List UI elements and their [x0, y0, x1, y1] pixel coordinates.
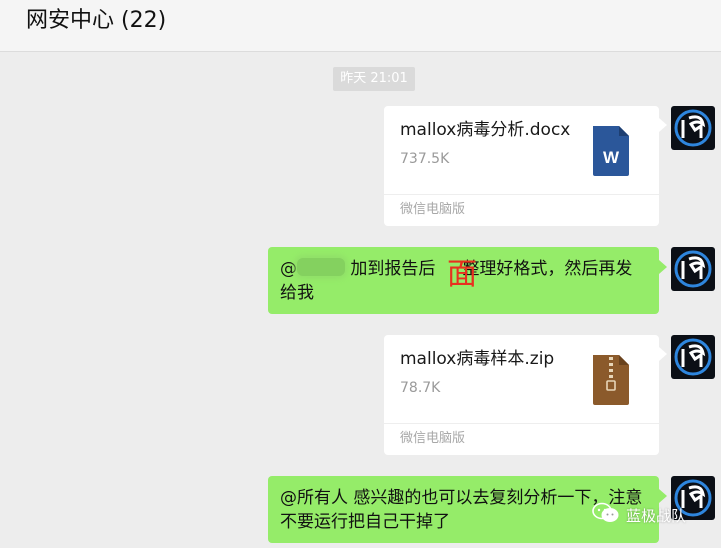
message-timestamp: 昨天 21:01: [333, 67, 415, 91]
zip-archive-icon: [591, 355, 631, 405]
watermark-text: 蓝极战队: [626, 507, 687, 525]
bubble-tail: [659, 347, 667, 361]
word-doc-icon: W: [591, 126, 631, 176]
file-message-docx[interactable]: mallox病毒分析.docx 737.5K W 微信电脑版: [384, 106, 659, 226]
bubble-tail: [659, 118, 667, 132]
file-source: 微信电脑版: [400, 431, 466, 446]
file-name: mallox病毒分析.docx: [400, 120, 571, 140]
blurred-username: [297, 258, 345, 276]
card-divider: [384, 423, 659, 424]
file-name: mallox病毒样本.zip: [400, 349, 555, 369]
word-doc-letter: W: [603, 148, 620, 167]
bubble-tail: [659, 260, 667, 274]
mention: @: [280, 259, 297, 279]
file-message-zip[interactable]: mallox病毒样本.zip 78.7K 微信电脑版: [384, 335, 659, 455]
message-text: @所有人 感兴趣的也可以去复刻分析一下，注意不要运行把自己干掉了: [280, 488, 643, 532]
card-divider: [384, 194, 659, 195]
message-text: 加到报告后: [350, 259, 436, 279]
file-size: 737.5K: [400, 151, 450, 167]
overlay-character: 面: [447, 257, 477, 292]
avatar[interactable]: [671, 335, 715, 379]
wechat-icon: [592, 502, 620, 530]
chat-header: 网安中心 (22): [0, 0, 721, 52]
file-size: 78.7K: [400, 380, 441, 396]
avatar[interactable]: [671, 247, 715, 291]
file-source: 微信电脑版: [400, 202, 466, 217]
avatar[interactable]: [671, 106, 715, 150]
bubble-tail: [659, 489, 667, 503]
watermark: 蓝极战队: [592, 502, 687, 530]
chat-title[interactable]: 网安中心 (22): [26, 6, 166, 36]
